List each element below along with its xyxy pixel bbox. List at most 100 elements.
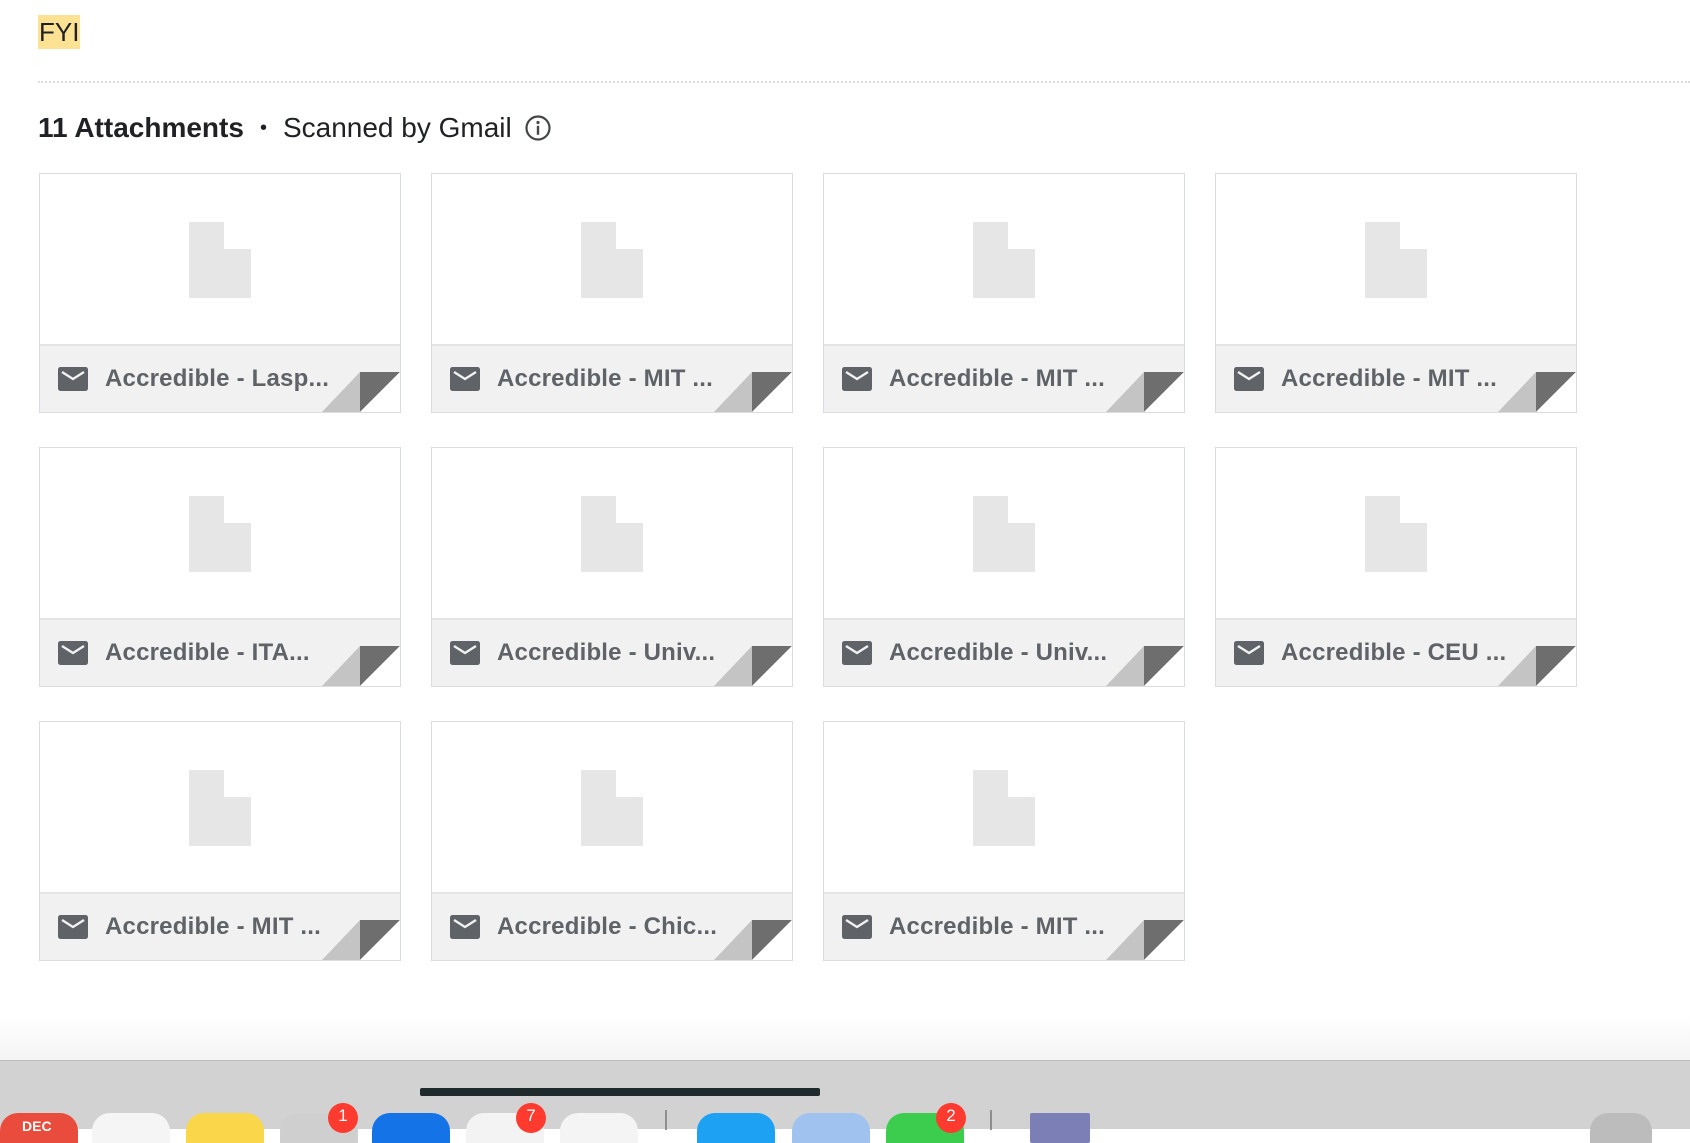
attachment-card[interactable]: Accredible - MIT ... bbox=[431, 173, 793, 413]
trash-icon[interactable] bbox=[1590, 1113, 1652, 1143]
attachment-thumbnail bbox=[1216, 174, 1576, 345]
page-fold-corner bbox=[1498, 372, 1576, 412]
attachment-thumbnail bbox=[824, 722, 1184, 893]
attachment-filename: Accredible - MIT ... bbox=[889, 913, 1106, 940]
attachment-filename: Accredible - MIT ... bbox=[105, 913, 322, 940]
attachment-card[interactable]: Accredible - MIT ... bbox=[1215, 173, 1577, 413]
page-fold-corner bbox=[322, 372, 400, 412]
page-bottom-fade bbox=[0, 1015, 1690, 1060]
attachment-card[interactable]: Accredible - Lasp... bbox=[39, 173, 401, 413]
file-placeholder-icon bbox=[1365, 495, 1427, 572]
finder-app-icon[interactable] bbox=[92, 1113, 170, 1143]
mail-icon bbox=[841, 640, 873, 666]
mail-icon bbox=[57, 366, 89, 392]
attachment-footer: Accredible - Chic... bbox=[432, 892, 792, 960]
app-store-icon[interactable] bbox=[697, 1113, 775, 1143]
mail-icon bbox=[57, 914, 89, 940]
chrome-app-icon[interactable] bbox=[560, 1113, 638, 1143]
attachment-filename: Accredible - Univ... bbox=[497, 639, 716, 666]
attachments-count: 11 Attachments bbox=[38, 112, 244, 143]
attachment-thumbnail bbox=[432, 174, 792, 345]
dock-separator bbox=[665, 1110, 667, 1130]
message-body-text: FYI bbox=[38, 15, 81, 49]
attachment-thumbnail bbox=[40, 174, 400, 345]
attachment-thumbnail bbox=[1216, 448, 1576, 619]
attachment-thumbnail bbox=[824, 448, 1184, 619]
attachment-card[interactable]: Accredible - Univ... bbox=[431, 447, 793, 687]
page-fold-corner bbox=[1498, 646, 1576, 686]
attachment-footer: Accredible - MIT ... bbox=[1216, 344, 1576, 412]
file-placeholder-icon bbox=[581, 769, 643, 846]
attachment-thumbnail bbox=[432, 722, 792, 893]
attachment-card[interactable]: Accredible - MIT ... bbox=[823, 173, 1185, 413]
file-placeholder-icon bbox=[581, 221, 643, 298]
attachment-footer: Accredible - MIT ... bbox=[824, 892, 1184, 960]
page-fold-corner bbox=[714, 372, 792, 412]
page-fold-corner bbox=[322, 646, 400, 686]
dock-separator bbox=[990, 1110, 992, 1130]
file-placeholder-icon bbox=[973, 769, 1035, 846]
file-placeholder-icon bbox=[581, 495, 643, 572]
page-fold-corner bbox=[1106, 372, 1184, 412]
mail-icon bbox=[449, 640, 481, 666]
page-fold-corner bbox=[322, 920, 400, 960]
dock-badge: 7 bbox=[516, 1103, 546, 1133]
attachment-filename: Accredible - ITA... bbox=[105, 639, 310, 666]
attachment-card[interactable]: Accredible - Chic... bbox=[431, 721, 793, 961]
file-placeholder-icon bbox=[1365, 221, 1427, 298]
preview-app-icon[interactable] bbox=[792, 1113, 870, 1143]
attachment-thumbnail bbox=[824, 174, 1184, 345]
attachment-footer: Accredible - MIT ... bbox=[432, 344, 792, 412]
attachments-header: 11 Attachments • Scanned by Gmail bbox=[38, 108, 552, 148]
attachment-filename: Accredible - Univ... bbox=[889, 639, 1108, 666]
attachment-filename: Accredible - MIT ... bbox=[497, 365, 714, 392]
mail-icon bbox=[57, 640, 89, 666]
file-placeholder-icon bbox=[973, 495, 1035, 572]
info-icon[interactable] bbox=[524, 114, 552, 142]
header-separator: • bbox=[259, 116, 267, 139]
page-fold-corner bbox=[714, 646, 792, 686]
attachment-footer: Accredible - CEU ... bbox=[1216, 618, 1576, 686]
attachment-footer: Accredible - MIT ... bbox=[824, 344, 1184, 412]
attachments-divider bbox=[38, 81, 1690, 83]
page-fold-corner bbox=[1106, 646, 1184, 686]
file-placeholder-icon bbox=[189, 221, 251, 298]
dock-badge: 1 bbox=[328, 1103, 358, 1133]
notes-app-icon[interactable] bbox=[186, 1113, 264, 1143]
scanned-by-gmail-label: Scanned by Gmail bbox=[282, 112, 512, 143]
dock-window-strip bbox=[420, 1088, 820, 1096]
page-fold-corner bbox=[714, 920, 792, 960]
mail-app-icon[interactable] bbox=[372, 1113, 450, 1143]
page-fold-corner bbox=[1106, 920, 1184, 960]
attachments-grid: Accredible - Lasp... Accredible - MIT ..… bbox=[39, 173, 1577, 961]
dock-badge: 2 bbox=[936, 1103, 966, 1133]
mail-icon bbox=[841, 366, 873, 392]
mail-icon bbox=[1233, 640, 1265, 666]
mail-icon bbox=[449, 366, 481, 392]
file-placeholder-icon bbox=[973, 221, 1035, 298]
mail-icon bbox=[1233, 366, 1265, 392]
mail-icon bbox=[449, 914, 481, 940]
attachment-filename: Accredible - MIT ... bbox=[889, 365, 1106, 392]
attachment-footer: Accredible - Univ... bbox=[432, 618, 792, 686]
attachment-filename: Accredible - MIT ... bbox=[1281, 365, 1498, 392]
attachment-footer: Accredible - Lasp... bbox=[40, 344, 400, 412]
attachment-card[interactable]: Accredible - ITA... bbox=[39, 447, 401, 687]
mail-icon bbox=[841, 914, 873, 940]
attachment-card[interactable]: Accredible - MIT ... bbox=[39, 721, 401, 961]
attachment-card[interactable]: Accredible - CEU ... bbox=[1215, 447, 1577, 687]
file-placeholder-icon bbox=[189, 769, 251, 846]
attachment-thumbnail bbox=[432, 448, 792, 619]
attachment-filename: Accredible - Lasp... bbox=[105, 365, 330, 392]
attachment-filename: Accredible - CEU ... bbox=[1281, 639, 1507, 666]
attachment-footer: Accredible - MIT ... bbox=[40, 892, 400, 960]
attachment-card[interactable]: Accredible - Univ... bbox=[823, 447, 1185, 687]
attachment-footer: Accredible - Univ... bbox=[824, 618, 1184, 686]
attachment-footer: Accredible - ITA... bbox=[40, 618, 400, 686]
attachment-card[interactable]: Accredible - MIT ... bbox=[823, 721, 1185, 961]
file-placeholder-icon bbox=[189, 495, 251, 572]
document-thumbnail-icon[interactable] bbox=[1030, 1113, 1090, 1143]
attachment-filename: Accredible - Chic... bbox=[497, 913, 718, 940]
attachment-thumbnail bbox=[40, 722, 400, 893]
attachment-thumbnail bbox=[40, 448, 400, 619]
